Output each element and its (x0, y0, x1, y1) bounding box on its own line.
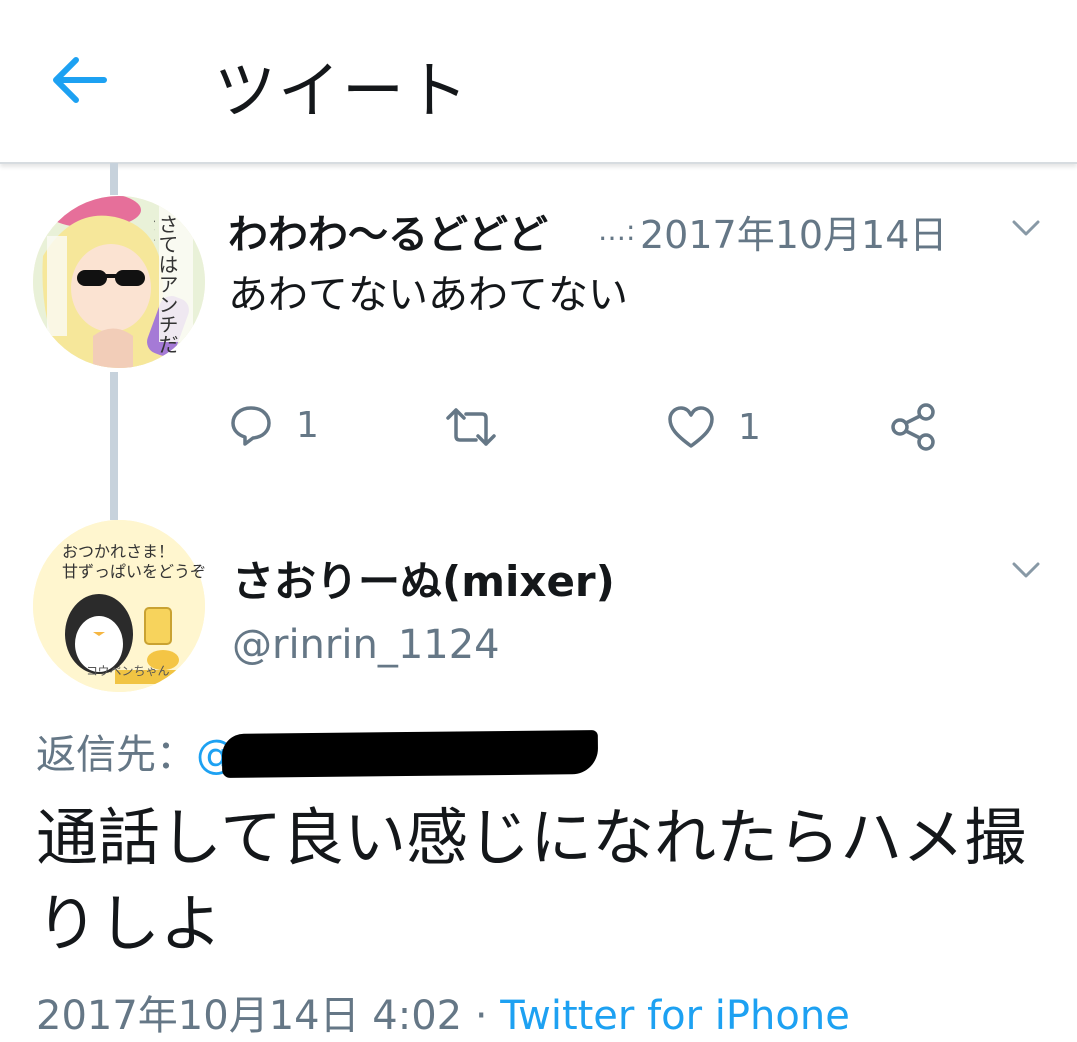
parent-avatar-image (33, 196, 205, 368)
like-count: 1 (738, 406, 761, 448)
retweet-action[interactable] (442, 404, 500, 450)
tweet-meta: 2017年10月14日 4:02 · Twitter for iPhone (36, 983, 850, 1041)
parent-date[interactable]: 2017年10月14日 (640, 204, 947, 259)
reply-action[interactable]: 1 (228, 402, 319, 448)
main-avatar-text-line2: 甘ずっぱいをどうぞ (62, 562, 207, 581)
tweet-source-link[interactable]: Twitter for iPhone (500, 993, 850, 1039)
reply-count: 1 (296, 404, 319, 446)
heart-icon (668, 406, 714, 448)
parent-tweet-text: あわてないあわてない (228, 272, 628, 318)
main-avatar-caption: コウペンちゃん (86, 664, 170, 678)
share-action[interactable] (888, 402, 940, 452)
parent-avatar[interactable] (33, 196, 205, 368)
main-tweet-text: 通話して良い感じになれたらハメ撮りしよ (36, 801, 1027, 960)
chevron-down-icon (1012, 562, 1040, 578)
reply-icon (231, 406, 271, 446)
main-display-name[interactable]: さおりーぬ(mixer) (232, 548, 615, 609)
parent-display-name[interactable]: わわわ〜るどどど (228, 202, 548, 260)
reply-to-line: 返信先：@ (36, 722, 236, 780)
main-tweet-menu[interactable] (1006, 554, 1046, 584)
thread-line-bottom (110, 372, 118, 520)
top-app-bar: ツイート (0, 0, 1077, 164)
thread-line-top (110, 163, 118, 195)
parent-tweet-menu[interactable] (1006, 212, 1046, 242)
chevron-down-icon (1012, 220, 1040, 236)
arrow-left-icon (53, 57, 107, 103)
reply-to-label: 返信先： (36, 732, 196, 778)
redaction-mark (221, 730, 599, 778)
page-title: ツイート (214, 54, 471, 127)
share-icon (891, 403, 935, 451)
parent-name-truncation: …: (598, 214, 636, 247)
retweet-icon (446, 408, 496, 446)
main-handle[interactable]: @rinrin_1124 (232, 622, 500, 668)
meta-separator: · (474, 993, 488, 1039)
back-button[interactable] (48, 48, 112, 112)
tweet-timestamp: 2017年10月14日 4:02 (36, 993, 463, 1039)
like-action[interactable]: 1 (666, 404, 761, 450)
parent-avatar-overlay-text: さてはアンチだなオメー (154, 214, 178, 354)
